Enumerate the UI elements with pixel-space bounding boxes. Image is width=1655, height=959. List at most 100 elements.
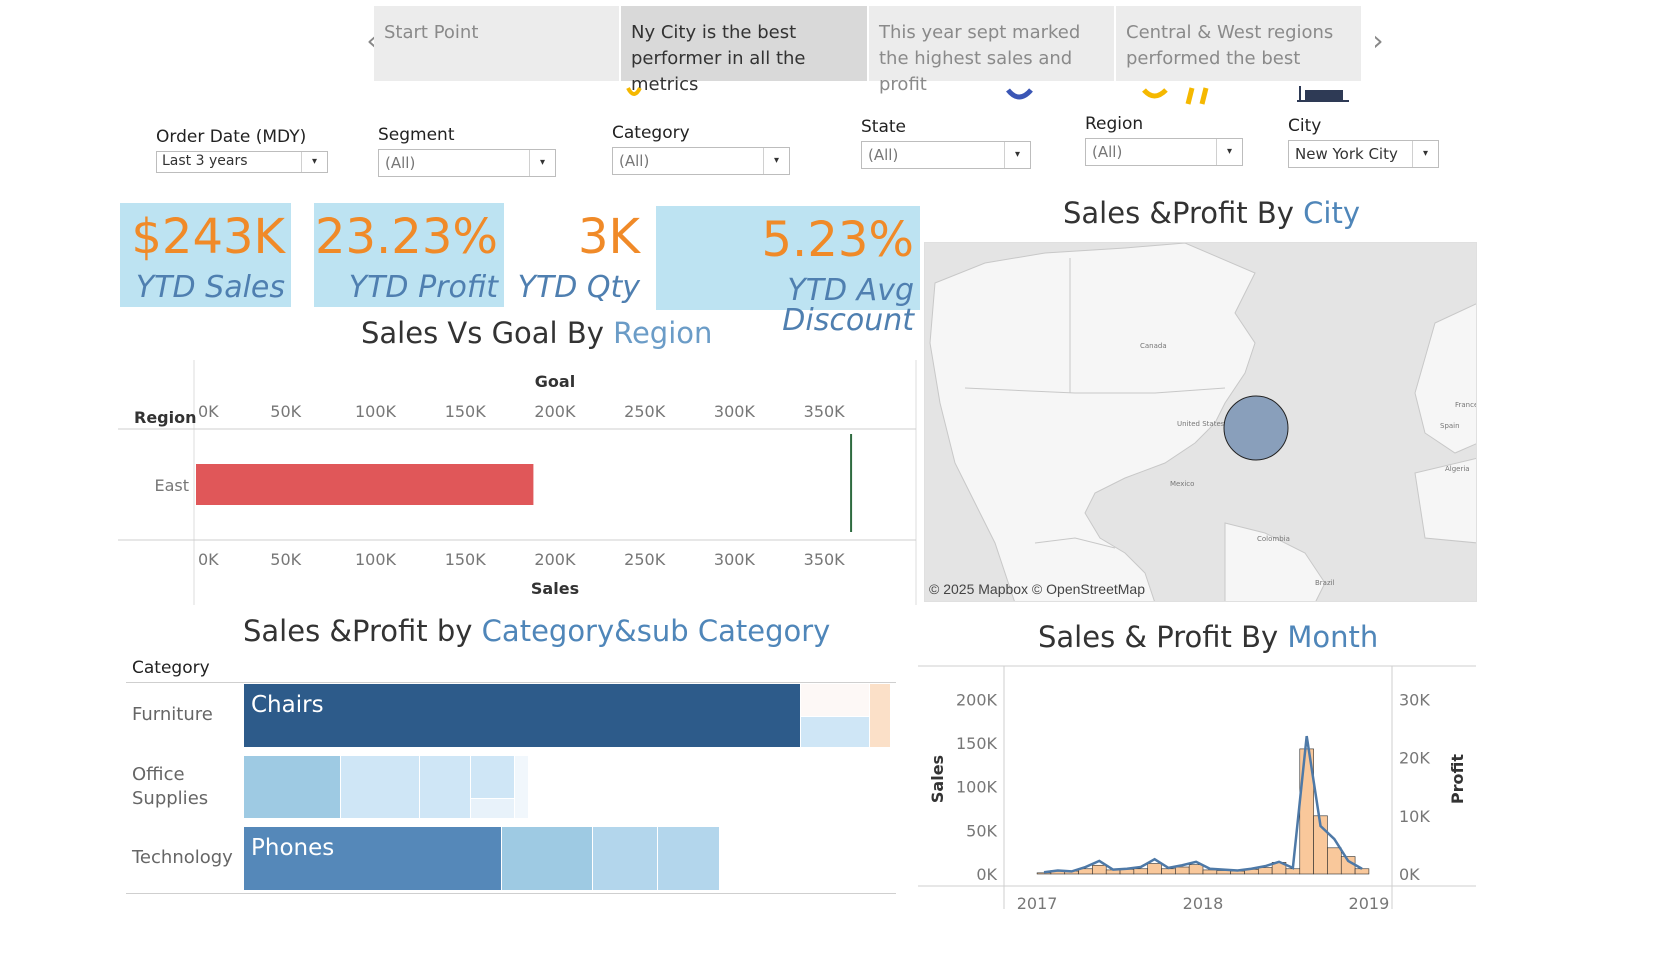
chevron-down-icon: ▾ bbox=[763, 148, 789, 174]
profit-bar[interactable] bbox=[1133, 868, 1148, 875]
logo-fragment-icon bbox=[1006, 88, 1033, 100]
sales-goal-title: Sales Vs Goal By Region bbox=[361, 316, 712, 350]
story-navigator: ‹ Start Point Ny City is the best perfor… bbox=[360, 0, 1480, 95]
sales-tick-label: 100K bbox=[956, 778, 998, 797]
category-label-technology: Technology bbox=[132, 847, 233, 868]
treemap-cell[interactable] bbox=[502, 827, 592, 890]
chevron-right-icon[interactable]: › bbox=[1366, 26, 1390, 56]
segment-dropdown[interactable]: (All) ▾ bbox=[378, 149, 556, 177]
chevron-down-icon: ▾ bbox=[301, 152, 327, 172]
map-landmass: Canada United States Mexico Colombia Bra… bbox=[929, 243, 1476, 601]
treemap-cell[interactable] bbox=[341, 756, 419, 818]
profit-bar[interactable] bbox=[1092, 864, 1107, 875]
goal-tick-label: 350K bbox=[804, 402, 846, 421]
goal-axis-title: Goal bbox=[535, 372, 575, 391]
logo-fragment-icon bbox=[1297, 86, 1349, 102]
profit-bar[interactable] bbox=[1188, 864, 1204, 875]
treemap-cell[interactable] bbox=[870, 684, 890, 747]
title-prefix: Sales & Profit By bbox=[1038, 620, 1288, 654]
sales-bar-east[interactable] bbox=[196, 464, 534, 505]
map-label: Brazil bbox=[1315, 579, 1335, 587]
treemap-divider bbox=[126, 893, 896, 894]
filter-region: Region (All) ▾ bbox=[1085, 114, 1243, 166]
kpi-value: 5.23% bbox=[761, 212, 914, 268]
goal-tick-label: 0K bbox=[198, 402, 219, 421]
story-point-label: Central & West regions performed the bes… bbox=[1126, 22, 1334, 69]
treemap-cell-phones[interactable]: Phones bbox=[244, 827, 501, 890]
filter-label: Segment bbox=[378, 125, 455, 145]
profit-bar[interactable] bbox=[1327, 847, 1342, 875]
treemap-cell[interactable] bbox=[471, 756, 514, 798]
city-dropdown[interactable]: New York City ▾ bbox=[1288, 140, 1439, 168]
order-date-dropdown[interactable]: Last 3 years ▾ bbox=[156, 151, 328, 173]
treemap-cell[interactable] bbox=[658, 827, 719, 890]
profit-bar[interactable] bbox=[1354, 868, 1370, 875]
profit-bar[interactable] bbox=[1258, 867, 1273, 875]
filter-state: State (All) ▾ bbox=[861, 117, 1031, 169]
kpi-ytd-sales: $243K YTD Sales bbox=[120, 203, 291, 307]
cell-label: Chairs bbox=[251, 692, 324, 718]
profit-bar[interactable] bbox=[1202, 869, 1218, 875]
month-year-tick: 2019 bbox=[1349, 894, 1390, 913]
profit-bar[interactable] bbox=[1285, 868, 1301, 875]
map-label: United States bbox=[1177, 420, 1225, 428]
new-york-city-marker[interactable] bbox=[1223, 395, 1289, 461]
filter-category: Category (All) ▾ bbox=[612, 123, 790, 175]
treemap-divider bbox=[126, 682, 896, 683]
story-point-label: This year sept marked the highest sales … bbox=[879, 22, 1081, 95]
title-highlight: City bbox=[1303, 196, 1360, 230]
category-label-office-supplies: Office Supplies bbox=[132, 764, 209, 809]
treemap-cell[interactable] bbox=[593, 827, 657, 890]
sales-tick-label: 0K bbox=[198, 550, 219, 569]
region-header: Region bbox=[134, 408, 197, 427]
sales-tick-label: 0K bbox=[976, 865, 997, 884]
story-point-3[interactable]: This year sept marked the highest sales … bbox=[869, 6, 1114, 95]
treemap-cell[interactable] bbox=[471, 799, 514, 818]
category-label-furniture: Furniture bbox=[132, 704, 213, 725]
treemap-cell[interactable] bbox=[244, 756, 340, 818]
treemap-cell[interactable] bbox=[515, 756, 528, 818]
treemap-cell[interactable] bbox=[801, 684, 869, 716]
sales-tick-label: 100K bbox=[355, 550, 397, 569]
dropdown-value: (All) bbox=[868, 146, 899, 164]
dropdown-value: (All) bbox=[1092, 143, 1123, 161]
kpi-ytd-avg-discount: 5.23% YTD Avg Discount bbox=[656, 206, 920, 336]
sales-tick-label: 50K bbox=[270, 550, 301, 569]
goal-tick-label: 200K bbox=[534, 402, 576, 421]
kpi-label: YTD Sales bbox=[135, 270, 285, 305]
region-dropdown[interactable]: (All) ▾ bbox=[1085, 138, 1243, 166]
goal-tick-label: 100K bbox=[355, 402, 397, 421]
filter-order-date: Order Date (MDY) Last 3 years ▾ bbox=[156, 127, 328, 173]
treemap-title: Sales &Profit by Category&sub Category bbox=[243, 614, 830, 648]
profit-bar[interactable] bbox=[1147, 863, 1162, 875]
goal-tick-label: 50K bbox=[270, 402, 301, 421]
dropdown-value: (All) bbox=[619, 152, 650, 170]
sales-tick-label: 150K bbox=[956, 734, 998, 753]
story-point-4[interactable]: Central & West regions performed the bes… bbox=[1116, 6, 1361, 81]
profit-bar[interactable] bbox=[1161, 868, 1176, 875]
treemap-cell-chairs[interactable]: Chairs bbox=[244, 684, 800, 747]
story-point-2[interactable]: Ny City is the best performer in all the… bbox=[621, 6, 867, 95]
profit-bar[interactable] bbox=[1036, 872, 1052, 875]
treemap-cell[interactable] bbox=[801, 717, 869, 747]
filter-label: Category bbox=[612, 123, 690, 143]
map-label: Spain bbox=[1440, 422, 1460, 430]
filter-label: City bbox=[1288, 116, 1322, 136]
kpi-label: YTD Profit bbox=[348, 270, 498, 305]
treemap-area bbox=[126, 654, 896, 656]
filter-label: Region bbox=[1085, 114, 1144, 134]
goal-tick-label: 250K bbox=[624, 402, 666, 421]
chevron-down-icon: ▾ bbox=[1412, 141, 1438, 167]
city-map[interactable]: Canada United States Mexico Colombia Bra… bbox=[924, 242, 1477, 602]
region-label-east[interactable]: East bbox=[154, 476, 189, 495]
category-dropdown[interactable]: (All) ▾ bbox=[612, 147, 790, 175]
story-point-1[interactable]: Start Point bbox=[374, 6, 619, 81]
sales-tick-label: 300K bbox=[714, 550, 756, 569]
goal-tick-label: 150K bbox=[445, 402, 487, 421]
state-dropdown[interactable]: (All) ▾ bbox=[861, 141, 1031, 169]
kpi-label: YTD Qty bbox=[517, 270, 640, 305]
map-attribution[interactable]: © 2025 Mapbox © OpenStreetMap bbox=[929, 581, 1145, 597]
profit-bar[interactable] bbox=[1175, 866, 1190, 875]
kpi-value: 23.23% bbox=[314, 209, 498, 265]
treemap-cell[interactable] bbox=[420, 756, 470, 818]
